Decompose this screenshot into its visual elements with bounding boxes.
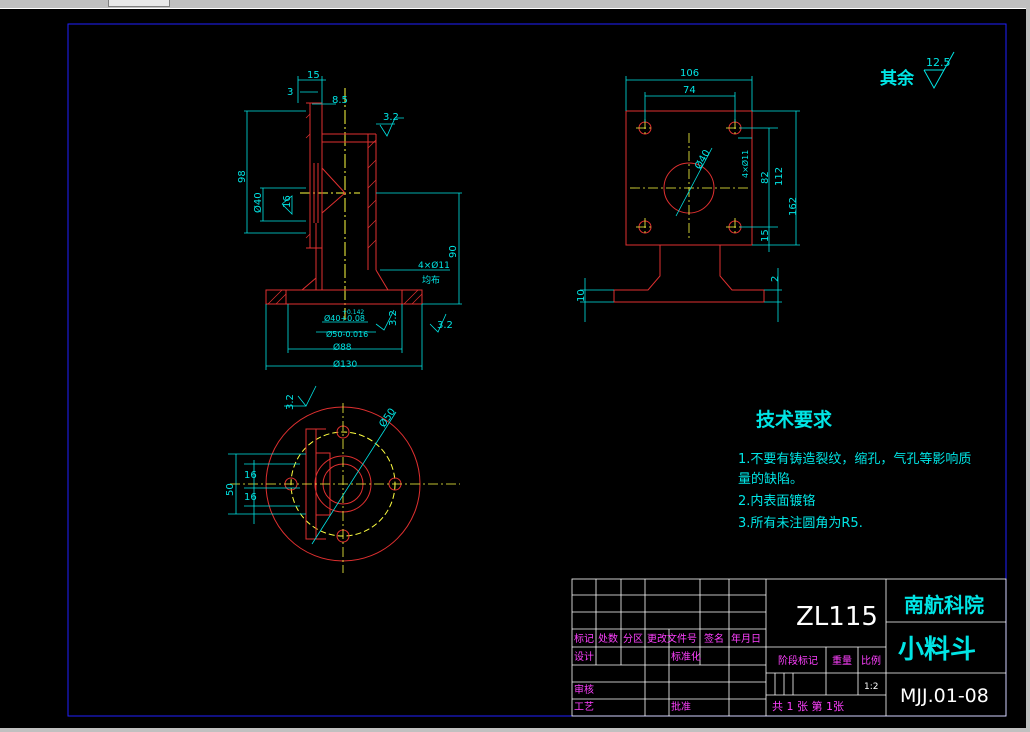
dim-15: 15 bbox=[307, 70, 320, 81]
part-name: 小料斗 bbox=[898, 635, 976, 665]
dim-holes-note: 均布 bbox=[422, 274, 440, 286]
label-weight: 重量 bbox=[832, 654, 852, 667]
tech-line-3: 2.内表面镀铬 bbox=[738, 493, 815, 509]
rough-front-right: 3.2 bbox=[388, 310, 399, 326]
top-view: Ø50 50 16 16 3.2 bbox=[225, 385, 460, 573]
dim-top-d50: Ø50 bbox=[377, 406, 399, 430]
label-approve: 批准 bbox=[671, 700, 691, 713]
window-right-edge bbox=[1026, 8, 1030, 728]
side-view: 106 74 Ø40 4×Ø11 82 112 162 15 2 10 bbox=[576, 68, 800, 322]
dim-top-16b: 16 bbox=[244, 492, 257, 503]
label-standardize: 标准化 bbox=[671, 650, 701, 663]
dim-8-5: 8.5 bbox=[332, 95, 348, 106]
tech-line-4: 3.所有未注圆角为R5. bbox=[738, 516, 863, 531]
dim-d130: Ø130 bbox=[333, 359, 358, 370]
drawing-number: MJJ.01-08 bbox=[900, 685, 989, 707]
school-name: 南航科院 bbox=[904, 593, 984, 617]
label-mark: 标记 bbox=[574, 633, 594, 645]
technical-requirements: 技术要求 1.不要有铸造裂纹，缩孔，气孔等影响质 量的缺陷。 2.内表面镀铬 3… bbox=[738, 408, 971, 531]
scale-value: 1:2 bbox=[864, 682, 878, 692]
label-design: 设计 bbox=[574, 650, 594, 663]
drawing-code: ZL115 bbox=[796, 602, 878, 632]
dim-d88: Ø88 bbox=[333, 342, 352, 353]
tech-line-1: 1.不要有铸造裂纹，缩孔，气孔等影响质 bbox=[738, 451, 971, 467]
dim-112: 112 bbox=[774, 167, 785, 186]
dim-10: 10 bbox=[576, 289, 587, 302]
dim-d50-tol: Ø50-0.016 bbox=[326, 329, 368, 339]
sheet-info: 共 1 张 第 1张 bbox=[772, 699, 844, 713]
window-bottom-edge bbox=[0, 728, 1030, 732]
dim-162: 162 bbox=[788, 197, 799, 216]
dim-106: 106 bbox=[680, 68, 699, 79]
dim-d40: Ø40 bbox=[252, 192, 264, 213]
dim-side-15: 15 bbox=[760, 229, 771, 242]
label-sign: 签名 bbox=[704, 632, 724, 645]
tech-line-2: 量的缺陷。 bbox=[738, 471, 803, 487]
drawing-canvas[interactable]: 15 3 8.5 3.2 98 Ø40 16 90 4×Ø11 均布 +0.14… bbox=[0, 8, 1026, 728]
dim-98: 98 bbox=[237, 170, 248, 183]
front-section-view: 15 3 8.5 3.2 98 Ø40 16 90 4×Ø11 均布 +0.14… bbox=[237, 70, 462, 370]
rough-front-bottom: 3.2 bbox=[437, 320, 453, 331]
label-count: 处数 bbox=[598, 632, 618, 645]
tech-title: 技术要求 bbox=[756, 408, 833, 431]
dim-top-50: 50 bbox=[225, 483, 236, 496]
title-block: ZL115 南航科院 小料斗 MJJ.01-08 1:2 共 1 张 第 1张 … bbox=[571, 578, 1007, 717]
dim-2: 2 bbox=[770, 276, 781, 282]
label-date: 年月日 bbox=[731, 632, 761, 645]
roughness-other-label: 其余 bbox=[880, 68, 915, 89]
dim-holes: 4×Ø11 bbox=[418, 260, 450, 271]
roughness-other-value: 12.5 bbox=[926, 56, 951, 69]
roughness-other-note: 其余 12.5 bbox=[880, 51, 955, 90]
label-stage-mark: 阶段标记 bbox=[778, 654, 818, 667]
rough-16: 16 bbox=[282, 195, 293, 208]
label-zone: 分区 bbox=[623, 633, 643, 645]
label-scale: 比例 bbox=[861, 654, 881, 667]
rough-top: 3.2 bbox=[285, 394, 296, 410]
rough-front-top: 3.2 bbox=[383, 112, 399, 123]
dim-d40-tol: Ø40+0.08 bbox=[324, 313, 365, 323]
dim-82: 82 bbox=[760, 171, 771, 184]
dim-3: 3 bbox=[287, 87, 293, 98]
label-change-doc: 更改文件号 bbox=[647, 632, 697, 645]
dim-side-holes: 4×Ø11 bbox=[740, 150, 750, 178]
dim-side-d40: Ø40 bbox=[692, 148, 713, 172]
dim-top-16a: 16 bbox=[244, 470, 257, 481]
dim-90: 90 bbox=[448, 245, 459, 258]
label-process: 工艺 bbox=[574, 701, 594, 713]
dim-74: 74 bbox=[683, 85, 696, 96]
toolbar-tab[interactable] bbox=[108, 0, 170, 7]
label-review: 审核 bbox=[574, 683, 594, 696]
